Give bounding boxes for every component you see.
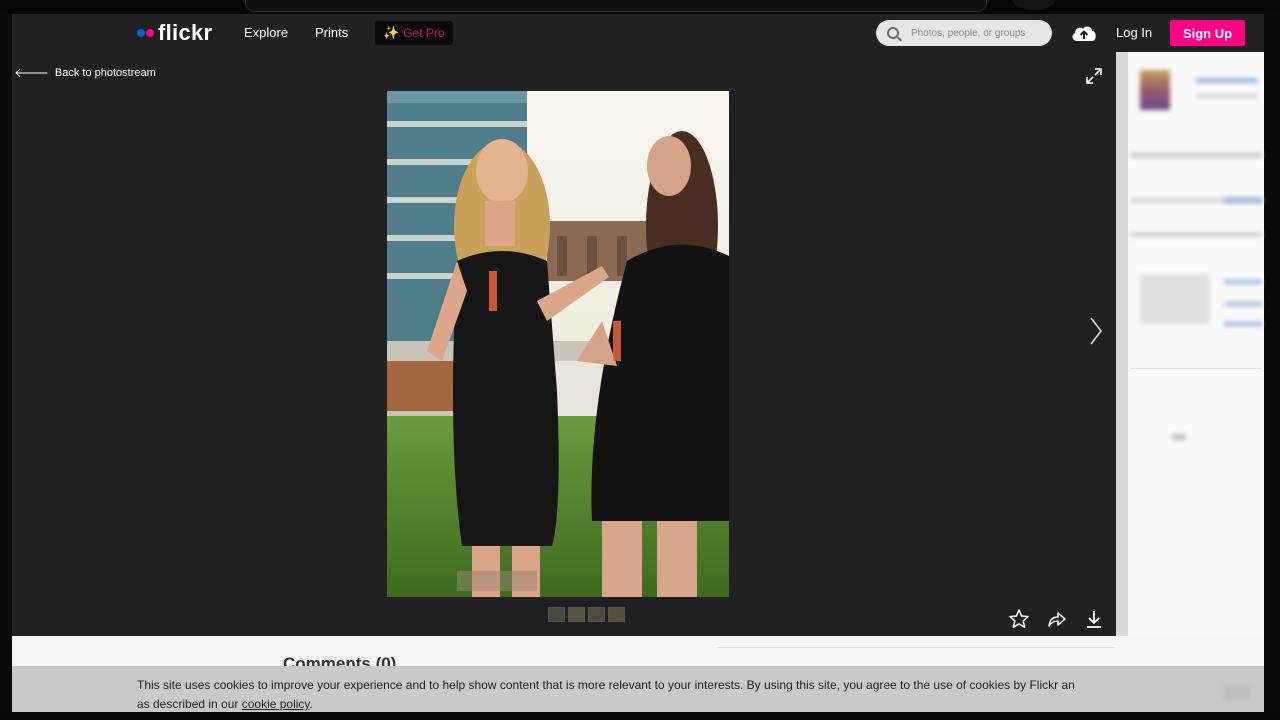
back-to-photostream-link[interactable]: 🡐 Back to photostream [14,65,156,81]
owner-name-placeholder [1196,78,1258,83]
browser-address-bar[interactable] [245,0,987,12]
login-link[interactable]: Log In [1116,25,1152,40]
get-pro-button[interactable]: ✨ Get Pro [375,21,453,45]
thumbnail[interactable] [568,607,585,622]
bottom-strip [0,712,1280,720]
logo-pink-dot [146,29,154,37]
sidebar-edge [1116,52,1128,636]
album-thumbnail-placeholder[interactable] [1140,274,1210,324]
thumbnail[interactable] [608,607,625,622]
search-icon [887,27,899,39]
sparkle-icon: ✨ [383,25,400,40]
sidebar-loading-placeholder [1172,434,1186,440]
cookie-text-line2: as described in our cookie policy. [137,697,313,711]
cookie-dismiss-button[interactable] [1224,686,1250,700]
thumbnail[interactable] [588,607,605,622]
flickr-logo[interactable]: flickr [137,20,213,45]
cookie-banner: This site uses cookies to improve your e… [12,666,1264,712]
upload-cloud-icon[interactable] [1070,22,1098,44]
nav-prints[interactable]: Prints [315,25,348,40]
get-pro-label: Get Pro [403,26,445,40]
next-photo-chevron-icon[interactable] [1088,315,1104,347]
expand-icon[interactable] [1084,66,1104,86]
cookie-text-suffix: . [309,697,313,711]
owner-meta-placeholder [1196,94,1258,98]
search-input[interactable] [908,26,1052,40]
album-link-placeholder [1224,322,1262,326]
share-arrow-icon[interactable] [1046,608,1068,630]
main-photo [387,91,729,597]
album-link-placeholder [1224,302,1262,306]
cookie-text-line1: This site uses cookies to improve your e… [137,678,1075,692]
signup-button[interactable]: Sign Up [1170,20,1245,46]
photo-viewer: flickr Explore Prints ✨ Get Pro Log In S… [12,14,1264,636]
logo-wordmark: flickr [158,20,213,45]
sidebar-divider [1130,368,1262,369]
logo-blue-dot [137,29,145,37]
nav-explore[interactable]: Explore [244,25,288,40]
browser-top-strip [0,0,1280,14]
cookie-text-fade [1106,676,1216,692]
title-placeholder [1130,152,1262,158]
owner-avatar[interactable] [1140,70,1170,110]
browser-profile-button[interactable] [1012,0,1056,10]
cookie-policy-link[interactable]: cookie policy [242,697,310,711]
search-bar[interactable] [876,20,1052,46]
back-label: Back to photostream [54,67,156,79]
photo-info-sidebar [1116,52,1264,636]
section-divider [717,647,1115,648]
arrow-left-icon: 🡐 [14,65,49,80]
stats-placeholder [1130,232,1262,237]
download-icon[interactable] [1083,608,1105,630]
description-link-placeholder [1224,198,1262,203]
photo-thumbnail-strip[interactable] [548,607,625,622]
favorite-star-icon[interactable] [1008,608,1030,630]
thumbnail[interactable] [548,607,565,622]
album-link-placeholder [1224,280,1262,284]
cookie-text-prefix: as described in our [137,697,242,711]
